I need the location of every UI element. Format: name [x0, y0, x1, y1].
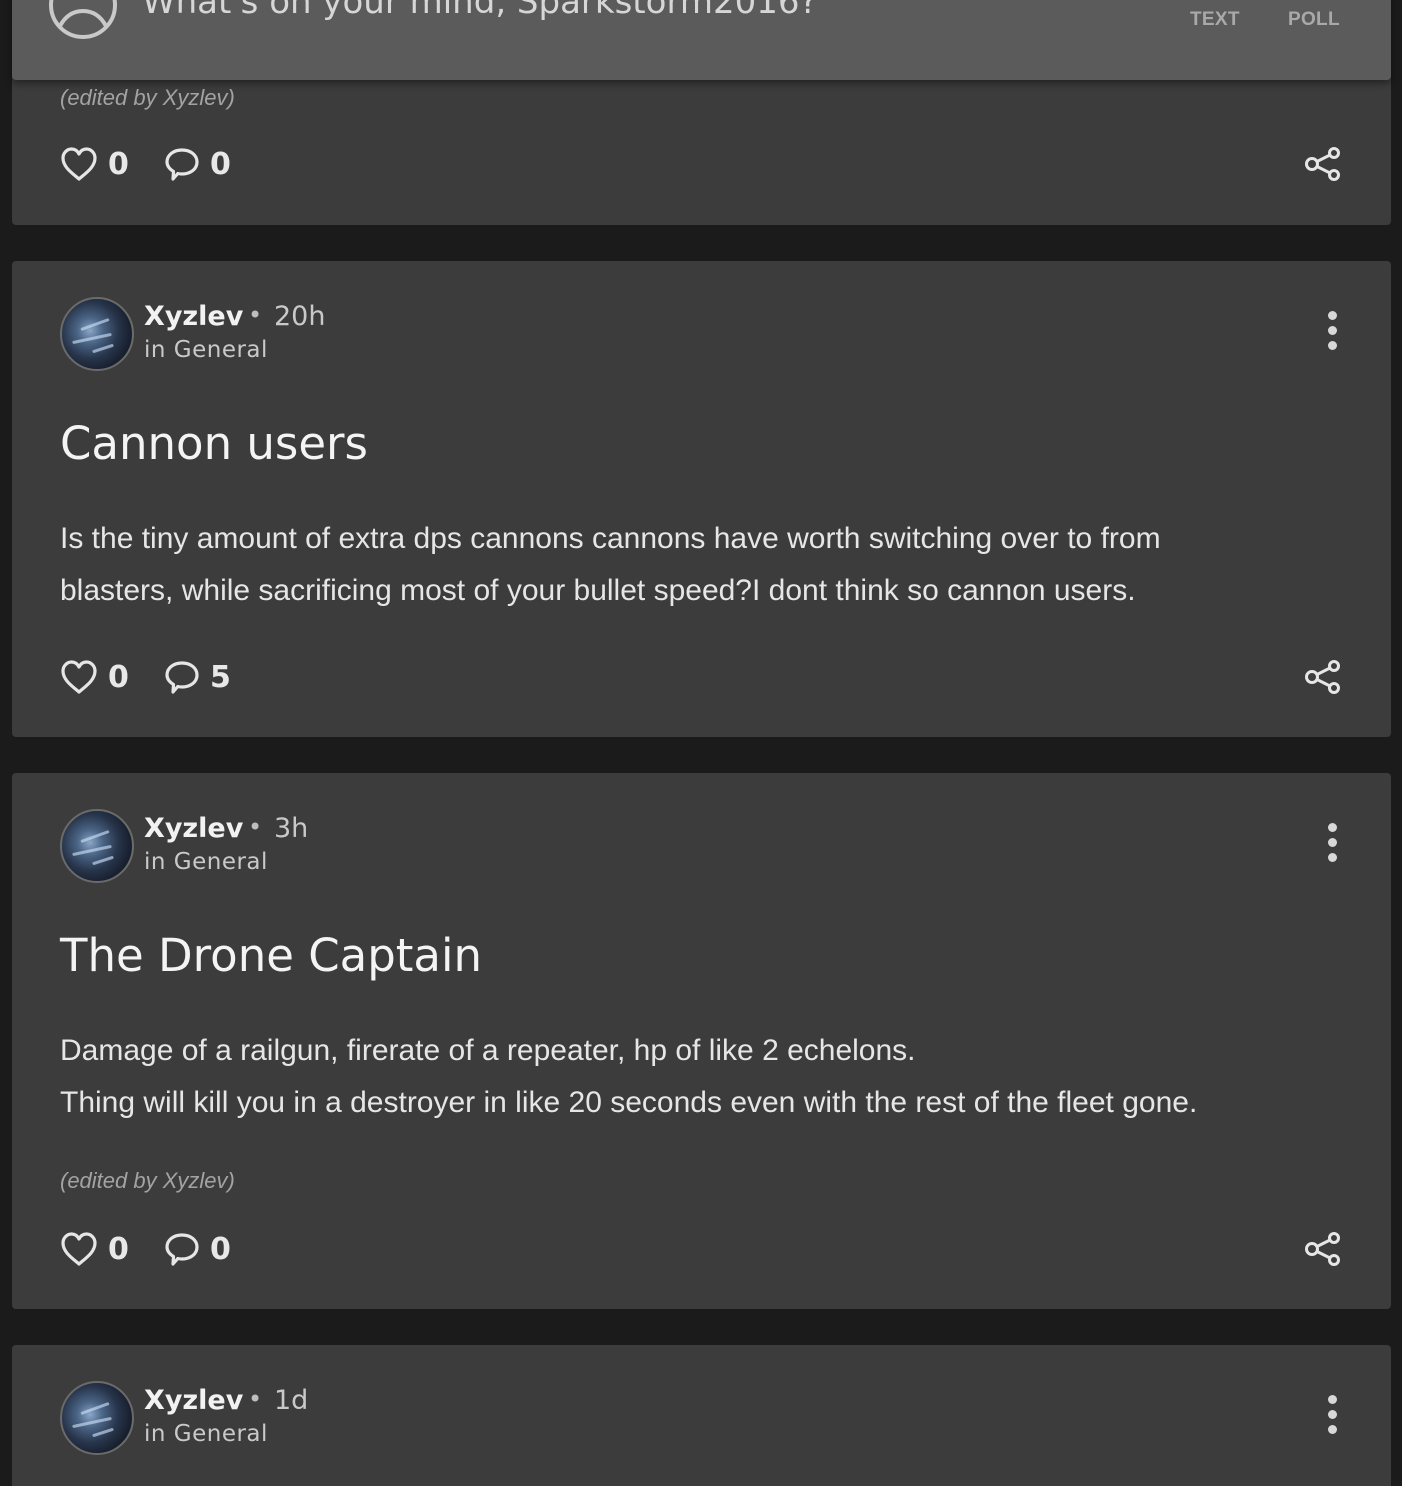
post-header: Xyzlev • 3h in General [60, 809, 1343, 883]
heart-outline-icon [61, 1232, 97, 1266]
edited-note: (edited by Xyzlev) [60, 85, 235, 110]
separator-dot: • [248, 1385, 263, 1413]
heart-outline-icon [61, 147, 97, 181]
heart-outline-icon [61, 660, 97, 694]
more-options-button[interactable] [1323, 1395, 1343, 1435]
comment-count: 0 [210, 1231, 231, 1267]
post-time: 1d [274, 1385, 309, 1416]
share-button[interactable] [1303, 144, 1343, 184]
post-actions: 0 0 [60, 1229, 1343, 1269]
composer-prompt[interactable]: What's on your mind, Sparkstorm2016? [142, 0, 818, 22]
share-button[interactable] [1303, 1229, 1343, 1269]
avatar[interactable] [60, 297, 134, 371]
post-time: 3h [274, 813, 309, 844]
share-nodes-icon [1305, 1232, 1340, 1266]
speech-bubble-icon [165, 148, 199, 181]
author-name[interactable]: Xyzlev [144, 1385, 243, 1416]
post-body-line: Damage of a railgun, firerate of a repea… [60, 1034, 916, 1067]
author-name[interactable]: Xyzlev [144, 813, 243, 844]
separator-dot: • [248, 301, 263, 329]
speech-bubble-icon [165, 661, 199, 694]
like-count: 0 [108, 146, 129, 182]
post-composer[interactable]: What's on your mind, Sparkstorm2016? TEX… [12, 0, 1391, 80]
share-nodes-icon [1305, 660, 1340, 694]
share-button[interactable] [1303, 657, 1343, 697]
author-name[interactable]: Xyzlev [144, 301, 243, 332]
separator-dot: • [248, 813, 263, 841]
post-actions: 0 5 [60, 657, 1343, 697]
like-button[interactable]: 0 [60, 657, 129, 697]
like-count: 0 [108, 1231, 129, 1267]
post-body-line: blasters, while sacrificing most of your… [60, 574, 1136, 607]
like-count: 0 [108, 659, 129, 695]
post-category[interactable]: in General [144, 1421, 268, 1447]
post-card: Xyzlev • 3h in General The Drone Captain… [12, 773, 1391, 1309]
avatar[interactable] [60, 809, 134, 883]
post-title[interactable]: Cannon users [60, 417, 368, 470]
post-title[interactable]: The Drone Captain [60, 929, 482, 982]
speech-bubble-icon [165, 1233, 199, 1266]
post-body: Damage of a railgun, firerate of a repea… [60, 1025, 1350, 1129]
post-header: Xyzlev • 20h in General [60, 297, 1343, 371]
comment-button[interactable]: 0 [164, 1229, 231, 1269]
post-header: Xyzlev • 1d in General [60, 1381, 1343, 1455]
tab-text[interactable]: TEXT [1190, 9, 1240, 31]
comment-button[interactable]: 5 [164, 657, 231, 697]
more-options-button[interactable] [1323, 311, 1343, 351]
more-options-button[interactable] [1323, 823, 1343, 863]
post-body-line: Is the tiny amount of extra dps cannons … [60, 522, 1161, 555]
post-category[interactable]: in General [144, 849, 268, 875]
comment-count: 0 [210, 146, 231, 182]
avatar[interactable] [60, 1381, 134, 1455]
post-card: Xyzlev • 20h in General Cannon users Is … [12, 261, 1391, 737]
share-nodes-icon [1305, 147, 1340, 181]
comment-button[interactable]: 0 [164, 144, 231, 184]
comment-count: 5 [210, 659, 231, 695]
post-feed: (edited by Xyzlev) 0 0 What's on your mi… [0, 0, 1402, 1486]
post-card: Xyzlev • 1d in General [12, 1345, 1391, 1486]
post-category[interactable]: in General [144, 337, 268, 363]
like-button[interactable]: 0 [60, 144, 129, 184]
user-silhouette-icon [48, 0, 118, 40]
post-body-line: Thing will kill you in a destroyer in li… [60, 1086, 1198, 1119]
post-time: 20h [274, 301, 326, 332]
tab-poll[interactable]: POLL [1288, 9, 1340, 31]
like-button[interactable]: 0 [60, 1229, 129, 1269]
post-body: Is the tiny amount of extra dps cannons … [60, 513, 1350, 617]
edited-note: (edited by Xyzlev) [60, 1168, 235, 1193]
post-actions: 0 0 [60, 144, 1343, 184]
